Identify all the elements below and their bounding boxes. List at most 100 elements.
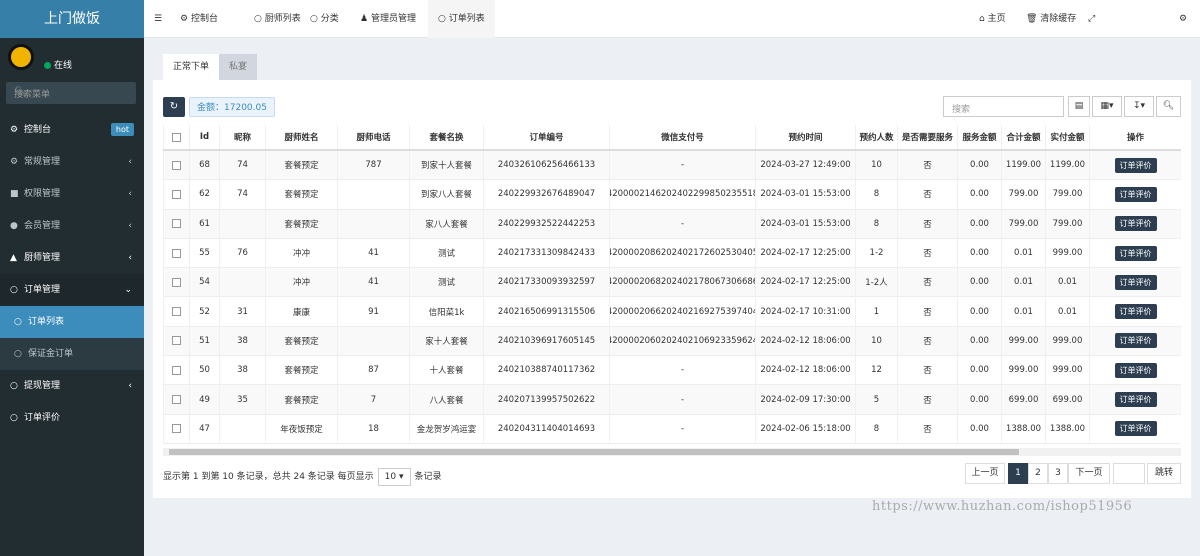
table-row[interactable]: 51 38 套餐预定 家十人套餐 240210396917605145 420000206… bbox=[163, 326, 1181, 357]
sidebar-item-withdraw[interactable]: ○ 提现管理 ‹ bbox=[0, 370, 144, 402]
column-header-phone[interactable]: 厨师电话 bbox=[337, 125, 409, 149]
clear-cache-button[interactable]: 🗑︎ 清除缓存 bbox=[1026, 0, 1076, 38]
checkbox[interactable] bbox=[172, 365, 181, 375]
refresh-button[interactable]: ↻ bbox=[163, 97, 185, 117]
select-all-checkbox[interactable] bbox=[163, 125, 189, 149]
sidebar-item-chef[interactable]: ▲ 厨师管理 ‹ bbox=[0, 242, 144, 274]
row-checkbox[interactable] bbox=[163, 151, 189, 180]
order-review-button[interactable]: 订单评价 bbox=[1114, 362, 1157, 378]
menu-search-input[interactable]: 搜索菜单 🔍︎ bbox=[6, 82, 136, 104]
order-review-button[interactable]: 订单评价 bbox=[1114, 157, 1157, 173]
home-link[interactable]: ⌂ 主页 bbox=[979, 0, 1006, 38]
row-checkbox[interactable] bbox=[163, 180, 189, 209]
table-row[interactable]: 52 31 康康 91 信阳菜1k 240216506991315506 420000206… bbox=[163, 297, 1181, 327]
table-row[interactable]: 62 74 套餐预定 到家八人套餐 240229932676489047 42000021… bbox=[163, 180, 1181, 210]
order-review-button[interactable]: 订单评价 bbox=[1114, 392, 1157, 408]
page-3-button[interactable]: 3 bbox=[1048, 463, 1068, 484]
order-review-button[interactable]: 订单评价 bbox=[1114, 216, 1157, 232]
sidebar-item-order-list[interactable]: ○ 订单列表 bbox=[0, 306, 144, 338]
jump-button[interactable]: 跳转 bbox=[1147, 463, 1181, 484]
row-checkbox[interactable] bbox=[163, 268, 189, 297]
prev-page-button[interactable]: 上一页 bbox=[965, 463, 1005, 484]
checkbox[interactable] bbox=[172, 336, 181, 346]
checkbox[interactable] bbox=[172, 277, 181, 287]
column-header-pkg[interactable]: 套餐名换 bbox=[409, 125, 483, 149]
page-1-button[interactable]: 1 bbox=[1008, 463, 1028, 484]
order-review-button[interactable]: 订单评价 bbox=[1114, 333, 1157, 349]
tab-private-banquet[interactable]: 私宴 bbox=[219, 54, 258, 80]
table-view-toggle-icon[interactable]: ▤ bbox=[1068, 96, 1090, 117]
cell-svc_amt: 0.00 bbox=[957, 385, 1001, 414]
column-header-chef[interactable]: 厨师姓名 bbox=[265, 125, 337, 149]
export-dropdown-icon[interactable]: ↧▾ bbox=[1124, 96, 1154, 117]
row-checkbox[interactable] bbox=[163, 326, 189, 356]
tab-normal-order[interactable]: 正常下单 bbox=[163, 54, 220, 80]
table-search-input[interactable]: 搜索 bbox=[943, 96, 1064, 117]
order-review-button[interactable]: 订单评价 bbox=[1114, 304, 1157, 320]
column-header-op[interactable]: 操作 bbox=[1089, 125, 1181, 149]
sidebar-item-auth[interactable]: ■ 权限管理 ‹ bbox=[0, 178, 144, 210]
row-checkbox[interactable] bbox=[163, 385, 189, 414]
checkbox[interactable] bbox=[172, 424, 181, 434]
table-row[interactable]: 61 套餐预定 家八人套餐 240229932522442253-2024-03-01… bbox=[163, 209, 1181, 239]
table-row[interactable]: 54 冲冲 41 测试 240217330093932597 42000020682024… bbox=[163, 268, 1181, 298]
nav-tab-admin[interactable]: ♟ 管理员管理 bbox=[360, 0, 416, 38]
checkbox[interactable] bbox=[172, 395, 181, 405]
sidebar-item-member[interactable]: ● 会员管理 ‹ bbox=[0, 210, 144, 242]
menu-toggle-icon[interactable]: ☰ bbox=[154, 0, 162, 38]
column-header-service[interactable]: 是否需要服务 bbox=[897, 125, 957, 149]
checkbox[interactable] bbox=[172, 307, 181, 317]
gear-icon[interactable]: ⚙ bbox=[1179, 0, 1187, 38]
row-checkbox[interactable] bbox=[163, 414, 189, 443]
nav-tab-chef-list[interactable]: ○ 厨师列表 bbox=[254, 0, 301, 38]
column-header-svc_amt[interactable]: 服务金额 bbox=[957, 125, 1001, 149]
column-header-nick[interactable]: 昵称 bbox=[219, 125, 265, 149]
nav-tab-dashboard[interactable]: ⚙ 控制台 bbox=[180, 0, 218, 38]
page-size-select[interactable]: 10 ▾ bbox=[377, 468, 411, 486]
row-checkbox[interactable] bbox=[163, 238, 189, 268]
nav-tab-category[interactable]: ○ 分类 bbox=[310, 0, 339, 38]
search-toggle-icon[interactable]: 🔍︎ bbox=[1156, 96, 1181, 117]
table-row[interactable]: 68 74 套餐预定 787 到家十人套餐 240326106256466133-2024… bbox=[163, 151, 1181, 181]
next-page-button[interactable]: 下一页 bbox=[1068, 463, 1110, 484]
sidebar-item-dashboard[interactable]: ⚙ 控制台 hot bbox=[0, 114, 144, 146]
column-header-paid[interactable]: 实付金额 bbox=[1045, 125, 1089, 149]
row-checkbox[interactable] bbox=[163, 356, 189, 385]
columns-dropdown-icon[interactable]: ▦▾ bbox=[1092, 96, 1122, 117]
column-header-total[interactable]: 合计金额 bbox=[1001, 125, 1045, 149]
order-review-button[interactable]: 订单评价 bbox=[1114, 186, 1157, 202]
scrollbar-thumb[interactable] bbox=[169, 449, 1019, 455]
circle-icon: ○ bbox=[254, 14, 265, 24]
order-review-button[interactable]: 订单评价 bbox=[1114, 274, 1157, 290]
column-header-time[interactable]: 预约时间 bbox=[755, 125, 855, 149]
row-checkbox[interactable] bbox=[163, 297, 189, 326]
brand-logo[interactable]: 上门做饭 bbox=[0, 0, 144, 38]
checkbox[interactable] bbox=[172, 189, 181, 199]
column-header-order[interactable]: 订单编号 bbox=[483, 125, 609, 149]
nav-tab-order-list[interactable]: ○ 订单列表 bbox=[428, 0, 495, 38]
fullscreen-icon[interactable]: ⤢ bbox=[1088, 0, 1095, 38]
row-checkbox[interactable] bbox=[163, 209, 189, 238]
horizontal-scrollbar[interactable] bbox=[163, 448, 1181, 456]
search-icon[interactable]: 🔍︎ bbox=[14, 87, 128, 97]
column-header-people[interactable]: 预约人数 bbox=[855, 125, 897, 149]
cell-action: 订单评价 bbox=[1089, 209, 1181, 238]
sidebar-item-order[interactable]: ○ 订单管理 ⌄ bbox=[0, 274, 144, 306]
sidebar-item-deposit-order[interactable]: ○ 保证金订单 bbox=[0, 338, 144, 370]
table-row[interactable]: 50 38 套餐预定 87 十人套餐 240210388740117362-2024-02… bbox=[163, 356, 1181, 386]
checkbox[interactable] bbox=[172, 132, 181, 142]
order-review-button[interactable]: 订单评价 bbox=[1114, 245, 1157, 261]
sidebar-item-order-review[interactable]: ○ 订单评价 bbox=[0, 402, 144, 434]
order-review-button[interactable]: 订单评价 bbox=[1114, 421, 1157, 437]
page-2-button[interactable]: 2 bbox=[1028, 463, 1048, 484]
table-row[interactable]: 47 年夜饭预定 18 金龙贺岁鸿运宴 240204311404014693-2024-… bbox=[163, 414, 1181, 444]
checkbox[interactable] bbox=[172, 248, 181, 258]
table-row[interactable]: 49 35 套餐预定 7 八人套餐 240207139957502622-2024-02-… bbox=[163, 385, 1181, 415]
column-header-wx[interactable]: 微信支付号 bbox=[609, 125, 755, 149]
table-row[interactable]: 55 76 冲冲 41 测试 240217331309842433 420000208620… bbox=[163, 238, 1181, 269]
sidebar-item-general[interactable]: ⚙ 常规管理 ‹ bbox=[0, 146, 144, 178]
checkbox[interactable] bbox=[172, 219, 181, 229]
checkbox[interactable] bbox=[172, 160, 181, 170]
jump-page-input[interactable] bbox=[1113, 463, 1145, 484]
column-header-id[interactable]: Id bbox=[189, 125, 219, 149]
